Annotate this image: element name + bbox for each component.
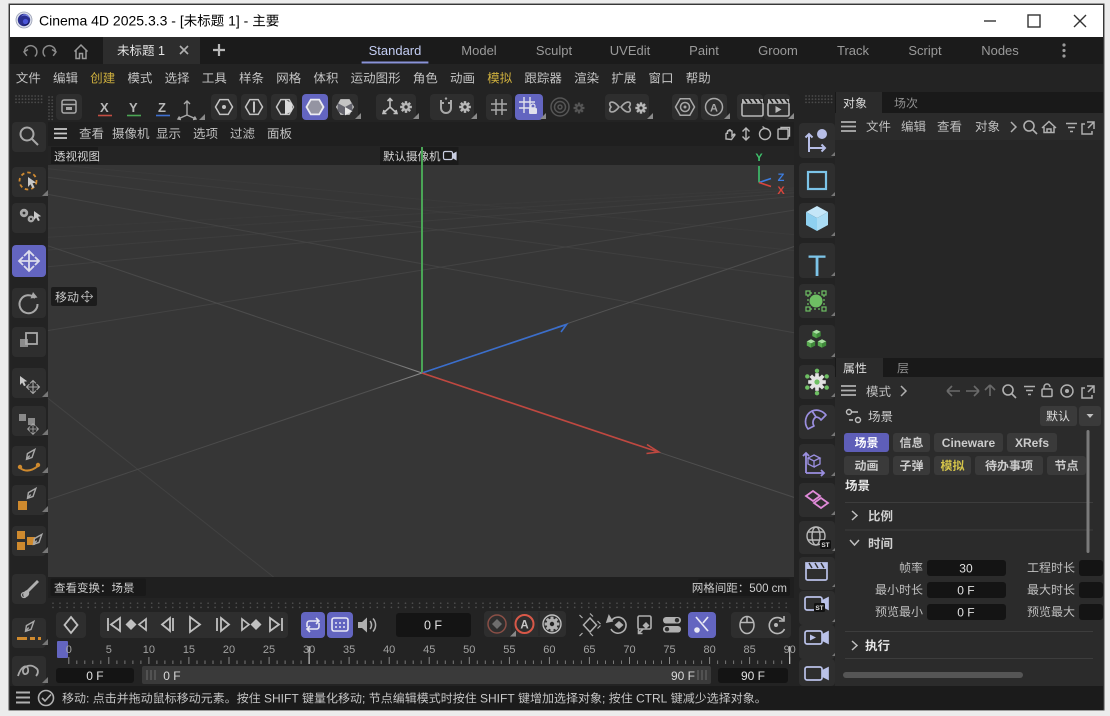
svg-text:0 F: 0 F (957, 606, 974, 620)
svg-text:A: A (710, 103, 718, 115)
svg-text:35: 35 (343, 644, 355, 656)
svg-text:X: X (777, 185, 785, 197)
svg-text:0 F: 0 F (424, 619, 442, 633)
svg-text:Y: Y (755, 152, 763, 164)
svg-text:0: 0 (66, 644, 72, 656)
svg-text:Z: Z (778, 172, 785, 184)
svg-text:25: 25 (263, 644, 275, 656)
svg-text:Nodes: Nodes (981, 43, 1019, 58)
svg-text:1: 1 (158, 44, 165, 58)
svg-text:Script: Script (908, 43, 942, 58)
svg-text:Groom: Groom (758, 43, 798, 58)
svg-text:X: X (100, 100, 109, 115)
svg-text:;: ; (602, 692, 605, 706)
svg-text:T: T (808, 250, 826, 283)
svg-text:0 F: 0 F (163, 669, 180, 683)
svg-text:Sculpt: Sculpt (536, 43, 573, 58)
svg-text:5: 5 (106, 644, 112, 656)
svg-text:A: A (520, 620, 528, 632)
svg-text:75: 75 (663, 644, 675, 656)
svg-text:Cinema 4D 2025.3.3 - [: Cinema 4D 2025.3.3 - [ (39, 13, 184, 29)
svg-text:30: 30 (959, 562, 973, 576)
svg-text:50: 50 (463, 644, 475, 656)
svg-text:XRefs: XRefs (1015, 436, 1049, 450)
svg-text::: : (86, 692, 89, 706)
svg-text:80: 80 (703, 644, 715, 656)
svg-text:40: 40 (383, 644, 395, 656)
svg-text:Y: Y (129, 100, 138, 115)
svg-text:Cineware: Cineware (942, 436, 996, 450)
svg-text:10: 10 (143, 644, 155, 656)
svg-text:0 F: 0 F (957, 584, 974, 598)
svg-text:20: 20 (223, 644, 235, 656)
svg-text:15: 15 (183, 644, 195, 656)
svg-text:;: ; (362, 692, 365, 706)
svg-text:UVEdit: UVEdit (610, 43, 651, 58)
svg-text:Paint: Paint (689, 43, 719, 58)
svg-text:Standard: Standard (369, 43, 422, 58)
svg-text:45: 45 (423, 644, 435, 656)
svg-text:60: 60 (543, 644, 555, 656)
svg-text:70: 70 (623, 644, 635, 656)
svg-text:ST: ST (815, 605, 823, 612)
svg-text:SHIFT: SHIFT (264, 692, 299, 706)
svg-text:65: 65 (583, 644, 595, 656)
svg-text:1] -: 1] - (228, 13, 249, 29)
svg-text:Track: Track (837, 43, 870, 58)
svg-text:ST: ST (821, 542, 829, 549)
svg-text:90 F: 90 F (671, 669, 695, 683)
svg-text:55: 55 (503, 644, 515, 656)
svg-text:SHIFT: SHIFT (480, 692, 515, 706)
svg-text:Z: Z (158, 100, 166, 115)
svg-text:CTRL: CTRL (636, 692, 668, 706)
svg-text:500 cm: 500 cm (749, 583, 787, 595)
svg-text:Model: Model (461, 43, 497, 58)
svg-text:0 F: 0 F (86, 669, 103, 683)
svg-text:90 F: 90 F (741, 669, 765, 683)
svg-text:85: 85 (744, 644, 756, 656)
